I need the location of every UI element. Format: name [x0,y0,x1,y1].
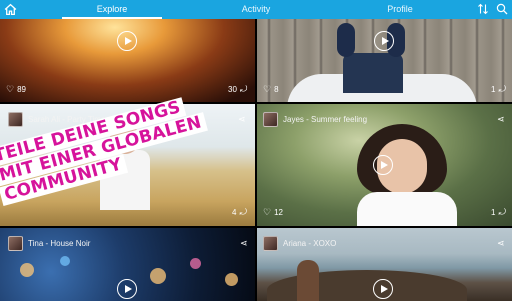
bokeh-light [225,273,238,286]
play-button[interactable] [373,279,393,299]
heart-icon: ♡ [263,84,272,94]
reply-count-value: 4 [232,208,237,217]
reply-count-value: 1 [491,85,496,94]
likes[interactable]: ♡ 89 [6,84,26,95]
play-button[interactable] [117,31,137,51]
share-icon[interactable]: ⋖ [497,238,505,249]
video-meta: Tina - House Noir [8,236,90,251]
tab-activity[interactable]: Activity [206,0,306,19]
search-icon[interactable] [496,3,508,15]
bokeh-light [190,258,201,269]
person-shape [297,260,319,301]
play-button[interactable] [373,155,393,175]
likes[interactable]: ♡ 8 [263,84,279,95]
video-card-summer[interactable]: Jayes - Summer feeling ⋖ ♡ 12 1 ⤾ [257,104,512,226]
reply-icon: ⤾ [498,84,506,94]
reply-count[interactable]: 1 ⤾ [491,207,506,218]
video-meta: Ariana - XOXO [263,236,336,251]
likes-count: 89 [17,85,26,94]
likes-count: 8 [274,85,279,94]
author-title[interactable]: Tina - House Noir [28,239,90,248]
play-button[interactable] [374,31,394,51]
share-icon[interactable]: ⋖ [497,114,505,125]
sort-icon[interactable] [477,3,489,15]
likes-count: 12 [274,208,283,217]
avatar[interactable] [8,236,23,251]
shirt-shape [357,192,457,226]
tab-explore[interactable]: Explore [62,0,162,19]
likes[interactable]: ♡ 12 [263,207,283,218]
reply-icon: ⤾ [498,207,506,217]
bokeh-light [60,256,70,266]
video-card-xoxo[interactable]: Ariana - XOXO ⋖ [257,228,512,301]
author-title[interactable]: Jayes - Summer feeling [283,115,367,124]
heart-icon: ♡ [6,84,15,94]
video-card-boardwalk[interactable]: ♡ 8 1 ⤾ [257,19,512,102]
share-icon[interactable]: ⋖ [240,238,248,249]
tab-profile[interactable]: Profile [350,0,450,19]
bokeh-light [20,263,34,277]
avatar[interactable] [263,112,278,127]
avatar[interactable] [263,236,278,251]
author-title[interactable]: Ariana - XOXO [283,239,336,248]
video-card-house-noir[interactable]: Tina - House Noir ⋖ [0,228,255,301]
top-bar: Explore Activity Profile [0,0,512,19]
play-button[interactable] [117,279,137,299]
reply-count[interactable]: 1 ⤾ [491,84,506,95]
heart-icon: ♡ [263,207,272,217]
bokeh-light [150,268,166,284]
home-icon[interactable] [4,3,17,16]
video-meta: Jayes - Summer feeling [263,112,367,127]
avatar[interactable] [8,112,23,127]
shoe-shape [337,23,355,57]
legs-shape [343,53,403,93]
reply-count[interactable]: 4 ⤾ [232,207,247,218]
reply-icon: ⤾ [239,207,247,217]
reply-count-value: 1 [491,208,496,217]
